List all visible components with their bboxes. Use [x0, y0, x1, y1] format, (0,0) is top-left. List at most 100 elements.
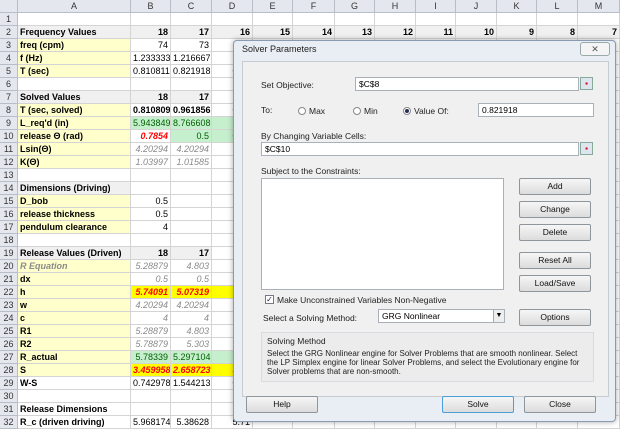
cell[interactable]	[578, 13, 620, 26]
cell[interactable]	[131, 234, 171, 247]
row-header[interactable]: 26	[0, 338, 18, 351]
cell[interactable]: Dimensions (Driving)	[18, 182, 131, 195]
row-header[interactable]: 31	[0, 403, 18, 416]
cell[interactable]	[131, 169, 171, 182]
cell[interactable]: 11	[416, 26, 456, 39]
cell[interactable]: 4	[131, 221, 171, 234]
cell[interactable]: 8.766608	[171, 117, 212, 130]
cell[interactable]: Release Values (Driven)	[18, 247, 131, 260]
cell[interactable]: 0.961856	[171, 104, 212, 117]
cell[interactable]: 5.38628	[171, 416, 212, 429]
row-header[interactable]: 7	[0, 91, 18, 104]
row-header[interactable]: 15	[0, 195, 18, 208]
cell[interactable]: R Equation	[18, 260, 131, 273]
cell[interactable]: W-S	[18, 377, 131, 390]
column-header-k[interactable]: K	[497, 0, 537, 13]
solving-method-select[interactable]: GRG Nonlinear ▼	[378, 309, 505, 323]
cell[interactable]: 5.297104	[171, 351, 212, 364]
cell[interactable]: 7	[578, 26, 620, 39]
cell[interactable]: 3.459958	[131, 364, 171, 377]
cell[interactable]: dx	[18, 273, 131, 286]
help-button[interactable]: Help	[246, 396, 318, 413]
row-header[interactable]: 24	[0, 312, 18, 325]
cell[interactable]: 2.658723	[171, 364, 212, 377]
cell[interactable]: T (sec)	[18, 65, 131, 78]
row-header[interactable]: 29	[0, 377, 18, 390]
row-header[interactable]: 9	[0, 117, 18, 130]
cell[interactable]	[131, 182, 171, 195]
cell[interactable]: 17	[171, 26, 212, 39]
cell[interactable]	[171, 234, 212, 247]
column-header-c[interactable]: C	[171, 0, 212, 13]
row-header[interactable]: 19	[0, 247, 18, 260]
cell[interactable]	[131, 13, 171, 26]
cell[interactable]	[416, 13, 456, 26]
cell[interactable]: 18	[131, 91, 171, 104]
cell[interactable]: 17	[171, 247, 212, 260]
cell[interactable]: 0.5	[131, 208, 171, 221]
cell[interactable]: freq (cpm)	[18, 39, 131, 52]
row-header[interactable]: 13	[0, 169, 18, 182]
cell[interactable]: 0.5	[171, 273, 212, 286]
row-header[interactable]: 22	[0, 286, 18, 299]
row-header[interactable]: 20	[0, 260, 18, 273]
chevron-down-icon[interactable]: ▼	[493, 310, 504, 322]
row-header[interactable]: 23	[0, 299, 18, 312]
cell[interactable]	[171, 13, 212, 26]
reset-all-button[interactable]: Reset All	[519, 252, 591, 269]
cell[interactable]	[131, 78, 171, 91]
cell[interactable]: Solved Values	[18, 91, 131, 104]
nonneg-checkbox[interactable]: ✓	[265, 295, 274, 304]
cell[interactable]: D_bob	[18, 195, 131, 208]
cell[interactable]: 5.78339	[131, 351, 171, 364]
cell[interactable]: S	[18, 364, 131, 377]
cell[interactable]: 4.20294	[131, 143, 171, 156]
cell[interactable]: Release Dimensions	[18, 403, 131, 416]
cell[interactable]: 73	[171, 39, 212, 52]
cell[interactable]	[18, 169, 131, 182]
column-header-i[interactable]: I	[416, 0, 456, 13]
delete-button[interactable]: Delete	[519, 224, 591, 241]
cell[interactable]: 5.303	[171, 338, 212, 351]
cell[interactable]: 9	[497, 26, 537, 39]
cell[interactable]: 0.821918	[171, 65, 212, 78]
value-of-radio[interactable]	[403, 107, 411, 115]
cell[interactable]: Frequency Values	[18, 26, 131, 39]
cell[interactable]: 0.810811	[131, 65, 171, 78]
cell[interactable]: 4.20294	[171, 299, 212, 312]
cell[interactable]: R1	[18, 325, 131, 338]
cell[interactable]: 1.216667	[171, 52, 212, 65]
column-header-l[interactable]: L	[537, 0, 578, 13]
cell[interactable]: 5.74091	[131, 286, 171, 299]
cell[interactable]	[456, 13, 497, 26]
cell[interactable]: 5.943849	[131, 117, 171, 130]
cell[interactable]	[171, 169, 212, 182]
row-header[interactable]: 30	[0, 390, 18, 403]
cell[interactable]: L_req'd (in)	[18, 117, 131, 130]
column-header-b[interactable]: B	[131, 0, 171, 13]
cell[interactable]: pendulum clearance	[18, 221, 131, 234]
column-header-m[interactable]: M	[578, 0, 620, 13]
cell[interactable]: 0.7854	[131, 130, 171, 143]
set-objective-input[interactable]: $C$8	[355, 77, 579, 91]
cell[interactable]: release thickness	[18, 208, 131, 221]
row-header[interactable]: 8	[0, 104, 18, 117]
row-header[interactable]: 10	[0, 130, 18, 143]
cell[interactable]: R_c (driven driving)	[18, 416, 131, 429]
row-header[interactable]: 2	[0, 26, 18, 39]
cell[interactable]: 0.742978	[131, 377, 171, 390]
cell[interactable]: 1.233333	[131, 52, 171, 65]
cell[interactable]	[375, 13, 416, 26]
cell[interactable]: 13	[335, 26, 375, 39]
cell[interactable]	[497, 13, 537, 26]
cell[interactable]: 12	[375, 26, 416, 39]
cell[interactable]: 1.544213	[171, 377, 212, 390]
cell[interactable]: 14	[293, 26, 335, 39]
cell[interactable]: 4.20294	[131, 299, 171, 312]
cell[interactable]: 0.5	[131, 273, 171, 286]
cell[interactable]: 4.803	[171, 325, 212, 338]
column-header-j[interactable]: J	[456, 0, 497, 13]
cell[interactable]: 4.803	[171, 260, 212, 273]
cell[interactable]	[131, 390, 171, 403]
row-header[interactable]: 6	[0, 78, 18, 91]
